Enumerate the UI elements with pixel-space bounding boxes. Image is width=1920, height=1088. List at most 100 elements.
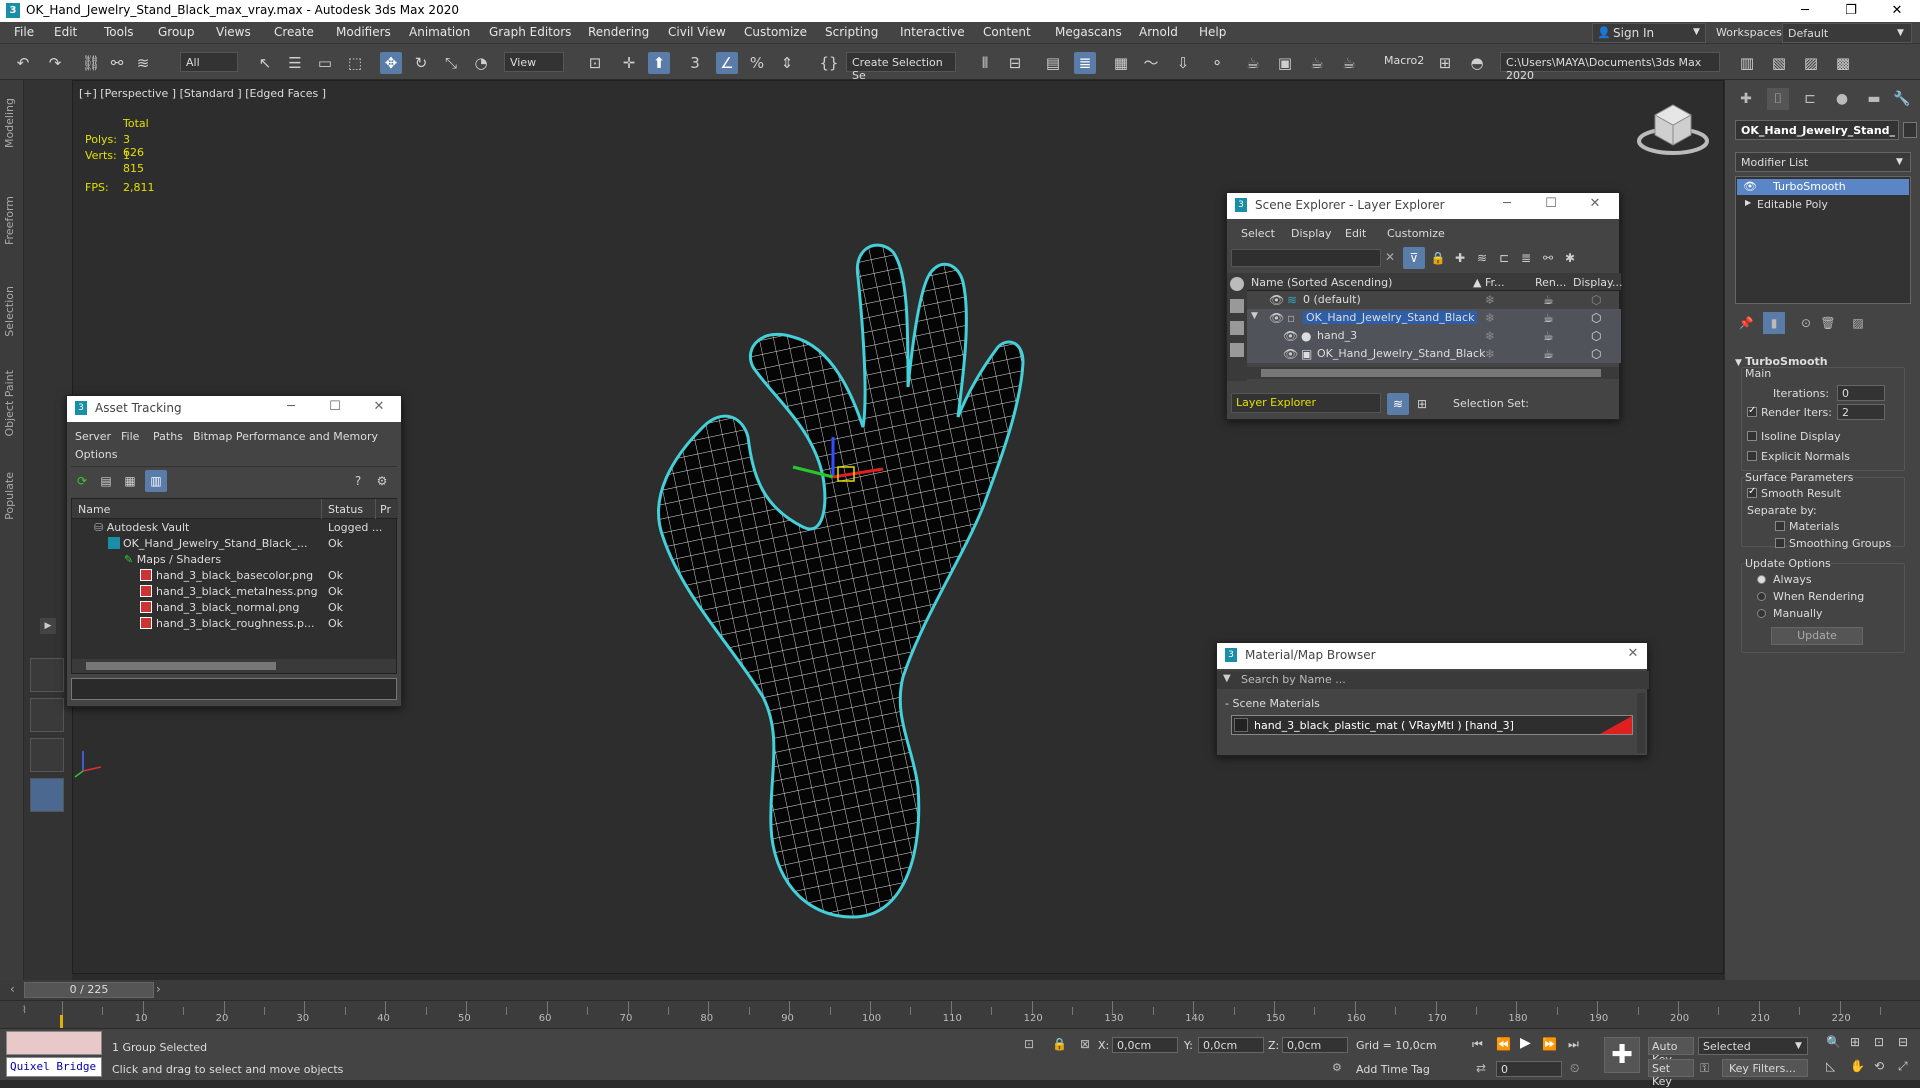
maximize-icon[interactable]: ☐ xyxy=(1539,196,1563,216)
project-path-dropdown[interactable]: C:\Users\MAYA\Documents\3ds Max 2020 xyxy=(1500,52,1720,82)
play-icon[interactable]: ▶ xyxy=(1520,1035,1531,1051)
vault-settings-icon[interactable]: ⚙ xyxy=(371,470,393,492)
refresh-icon[interactable]: ⟳ xyxy=(71,470,93,492)
select-by-name-icon[interactable]: ☰ xyxy=(284,52,306,74)
redo-icon[interactable]: ↷ xyxy=(44,52,66,74)
table-row[interactable]: OK_Hand_Jewelry_Stand_Black_... xyxy=(108,537,307,550)
select-scale-icon[interactable]: ⤡ xyxy=(440,52,462,74)
next-frame-icon[interactable]: › xyxy=(156,982,161,996)
table-row[interactable]: hand_3_black_normal.png xyxy=(140,601,299,614)
time-slider[interactable]: ‹ 0 / 225 › xyxy=(0,980,1920,1000)
table-row[interactable]: 👁 ▣ OK_Hand_Jewelry_Stand_Black ❄ ☕ ⬡ xyxy=(1247,345,1621,363)
undo-icon[interactable]: ↶ xyxy=(12,52,34,74)
current-frame-field[interactable]: 0 xyxy=(1496,1061,1562,1077)
list-view-icon[interactable]: ▤ xyxy=(95,470,117,492)
display-cameras-icon[interactable] xyxy=(1230,343,1244,357)
menu-interactive[interactable]: Interactive xyxy=(900,25,965,39)
maxscript-listener-field[interactable] xyxy=(6,1031,102,1055)
material-editor-icon[interactable]: ⚬ xyxy=(1206,52,1228,74)
add-time-tag[interactable]: Add Time Tag xyxy=(1356,1063,1430,1076)
close-button[interactable]: ✕ xyxy=(1874,0,1920,22)
rect-selection-icon[interactable]: ▭ xyxy=(314,52,336,74)
freeze-icon[interactable]: ❄ xyxy=(1485,311,1495,325)
visibility-eye-icon[interactable]: 👁 xyxy=(1283,347,1298,361)
visibility-eye-icon[interactable]: 👁 xyxy=(1269,311,1284,325)
object-name-field[interactable]: OK_Hand_Jewelry_Stand_ xyxy=(1735,120,1899,140)
expand-arrow-icon[interactable]: ▼ xyxy=(1251,311,1258,321)
menu-select[interactable]: Select xyxy=(1241,227,1275,240)
update-when-rendering-radio[interactable] xyxy=(1757,592,1766,601)
maximize-button[interactable]: ❐ xyxy=(1828,0,1874,22)
scene-explorer-icon[interactable]: ⊞ xyxy=(1411,393,1433,415)
menu-civil-view[interactable]: Civil View xyxy=(668,25,726,39)
eye-icon[interactable]: 👁 xyxy=(1743,180,1757,193)
toggle-layer-explorer-icon[interactable]: ≣ xyxy=(1074,52,1096,74)
prev-frame-icon[interactable]: ‹ xyxy=(10,982,15,996)
project-open-icon[interactable]: ▨ xyxy=(1800,52,1822,74)
menu-graph-editors[interactable]: Graph Editors xyxy=(489,25,571,39)
hierarchy-panel-icon[interactable]: ⊏ xyxy=(1799,88,1821,110)
project-new-icon[interactable]: ▧ xyxy=(1768,52,1790,74)
named-selection-sets-dropdown[interactable]: Create Selection Se xyxy=(846,52,956,82)
menu-edit[interactable]: Edit xyxy=(54,25,77,39)
viewport-layout-quad-icon[interactable] xyxy=(30,658,64,692)
key-filter-icon[interactable]: ⚿ xyxy=(1700,1061,1709,1076)
menu-customize[interactable]: Customize xyxy=(1387,227,1445,240)
viewport-layout-single-icon[interactable] xyxy=(30,778,64,812)
project-folder-icon[interactable]: ▥ xyxy=(1736,52,1758,74)
toggle-ribbon-icon[interactable]: ▦ xyxy=(1110,52,1132,74)
sign-in-dropdown[interactable]: 👤 Sign In ▼ xyxy=(1592,23,1706,43)
clear-search-icon[interactable]: ✕ xyxy=(1385,250,1395,264)
render-icon[interactable]: ☕ xyxy=(1543,311,1554,325)
tab-freeform[interactable]: Freeform xyxy=(3,196,16,245)
time-tag-icon[interactable]: ⚙ xyxy=(1332,1061,1342,1074)
schematic-view-icon[interactable]: ⇩ xyxy=(1172,52,1194,74)
set-key-big-icon[interactable]: ✚ xyxy=(1604,1037,1640,1073)
render-iters-spinner[interactable]: 2 xyxy=(1837,404,1885,420)
viewport-layout-split-icon[interactable] xyxy=(30,698,64,732)
edit-named-selection-icon[interactable]: {} xyxy=(818,52,840,74)
column-display[interactable]: Display... xyxy=(1573,276,1622,289)
workspace-dropdown[interactable]: Default ▼ xyxy=(1782,23,1912,43)
selection-lock-icon[interactable]: 🔒 xyxy=(1052,1037,1067,1051)
spinner-snap-icon[interactable]: ⇕ xyxy=(776,52,798,74)
expand-arrow-icon[interactable]: ▶ xyxy=(1745,198,1751,207)
select-place-icon[interactable]: ◔ xyxy=(470,52,492,74)
field-of-view-icon[interactable]: ◺ xyxy=(1826,1059,1835,1073)
menu-customize[interactable]: Customize xyxy=(744,25,807,39)
quixel-bridge-field[interactable]: Quixel Bridge xyxy=(6,1057,102,1077)
make-unique-icon[interactable]: ⊙ xyxy=(1795,312,1817,334)
asset-tracking-titlebar[interactable]: 3 Asset Tracking ─ ☐ ✕ xyxy=(67,396,401,422)
zoom-extents-icon[interactable]: ⊡ xyxy=(1874,1035,1884,1049)
stack-item-turbosmooth[interactable]: 👁 TurboSmooth xyxy=(1737,179,1909,195)
expand-icon[interactable]: ▶ xyxy=(40,618,56,634)
motion-panel-icon[interactable]: ● xyxy=(1831,88,1853,110)
menu-display[interactable]: Display xyxy=(1291,227,1332,240)
menu-bitmap-performance[interactable]: Bitmap Performance and Memory xyxy=(193,430,378,443)
go-to-start-icon[interactable]: ⏮ xyxy=(1472,1037,1483,1052)
go-to-end-icon[interactable]: ⏭ xyxy=(1568,1037,1579,1052)
tab-populate[interactable]: Populate xyxy=(3,472,16,520)
mirror-icon[interactable]: ⫴ xyxy=(974,52,996,74)
viewport-layout-three-icon[interactable] xyxy=(30,738,64,772)
viewport-label[interactable]: [+] [Perspective ] [Standard ] [Edged Fa… xyxy=(79,87,326,100)
absolute-mode-icon[interactable]: ⊠ xyxy=(1080,1037,1090,1051)
close-icon[interactable]: ✕ xyxy=(367,399,391,419)
rendered-frame-window-icon[interactable]: ▣ xyxy=(1274,52,1296,74)
menu-arnold[interactable]: Arnold xyxy=(1139,25,1178,39)
tree-view-icon[interactable]: ▦ xyxy=(119,470,141,492)
horizontal-scrollbar[interactable] xyxy=(72,659,396,673)
chevron-down-icon[interactable]: ▼ xyxy=(1223,673,1231,684)
render-icon[interactable]: ☕ xyxy=(1543,329,1554,343)
display-icon[interactable]: ⬡ xyxy=(1591,329,1601,343)
menu-create[interactable]: Create xyxy=(274,25,314,39)
table-row[interactable]: hand_3_black_metalness.png xyxy=(140,585,318,598)
menu-scripting[interactable]: Scripting xyxy=(825,25,878,39)
x-coord-field[interactable]: 0,0cm xyxy=(1112,1037,1178,1053)
display-all-icon[interactable] xyxy=(1230,277,1244,291)
hand-wireframe-model[interactable] xyxy=(653,177,1093,974)
y-coord-field[interactable]: 0,0cm xyxy=(1198,1037,1264,1053)
menu-views[interactable]: Views xyxy=(216,25,251,39)
show-end-result-icon[interactable]: ▮ xyxy=(1763,312,1785,334)
utilities-panel-icon[interactable]: 🔧 xyxy=(1891,88,1913,110)
